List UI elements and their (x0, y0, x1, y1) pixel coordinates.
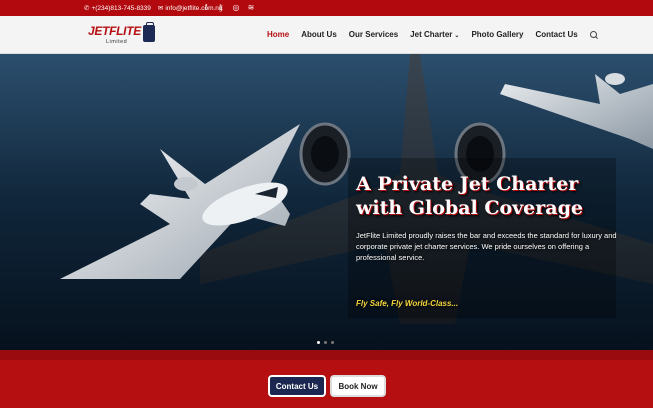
hero-description: JetFlite Limited proudly raises the bar … (356, 231, 617, 262)
book-now-button[interactable]: Book Now (330, 375, 386, 397)
luggage-icon (142, 22, 155, 42)
slide-dot-2[interactable] (324, 341, 327, 344)
top-bar: ✆ +(234)813-745-8339 ✉ info@jetflite.com.n… (0, 0, 653, 16)
mail-icon: ✉ (157, 5, 164, 12)
facebook-icon[interactable]: f (202, 3, 210, 12)
logo-wordmark: JETFLITE (88, 24, 141, 38)
site-header: JETFLITE Limited Home About Us Our Servi… (0, 16, 653, 54)
search-icon[interactable] (589, 30, 598, 39)
slide-dot-1[interactable] (317, 341, 320, 344)
phone-link[interactable]: ✆ +(234)813-745-8339 (84, 4, 151, 13)
chevron-down-icon: ⌄ (454, 33, 460, 39)
social-links: f 𝕥 ◎ ≋ (202, 3, 255, 12)
site-logo[interactable]: JETFLITE Limited (88, 22, 155, 47)
hero-headline: A Private Jet Charter with Global Covera… (356, 173, 583, 219)
twitter-icon[interactable]: 𝕥 (217, 3, 225, 12)
contact-us-button[interactable]: Contact Us (268, 375, 326, 397)
phone-icon: ✆ (84, 5, 90, 12)
nav-photo-gallery[interactable]: Photo Gallery (471, 30, 523, 39)
cta-strip (0, 350, 653, 408)
hero-slider: A Private Jet Charter with Global Covera… (0, 54, 653, 350)
nav-home[interactable]: Home (267, 30, 289, 39)
rss-icon[interactable]: ≋ (247, 3, 255, 12)
logo-subtitle: Limited (106, 39, 128, 45)
hero-slogan: Fly Safe, Fly World-Class... (356, 299, 459, 308)
main-nav: Home About Us Our Services Jet Charter ⌄ … (267, 30, 598, 39)
nav-about-us[interactable]: About Us (301, 30, 337, 39)
instagram-icon[interactable]: ◎ (232, 3, 240, 12)
slider-dots (317, 341, 334, 344)
nav-jet-charter[interactable]: Jet Charter ⌄ (410, 30, 459, 39)
nav-contact-us[interactable]: Contact Us (535, 30, 577, 39)
nav-our-services[interactable]: Our Services (349, 30, 398, 39)
slide-dot-3[interactable] (331, 341, 334, 344)
